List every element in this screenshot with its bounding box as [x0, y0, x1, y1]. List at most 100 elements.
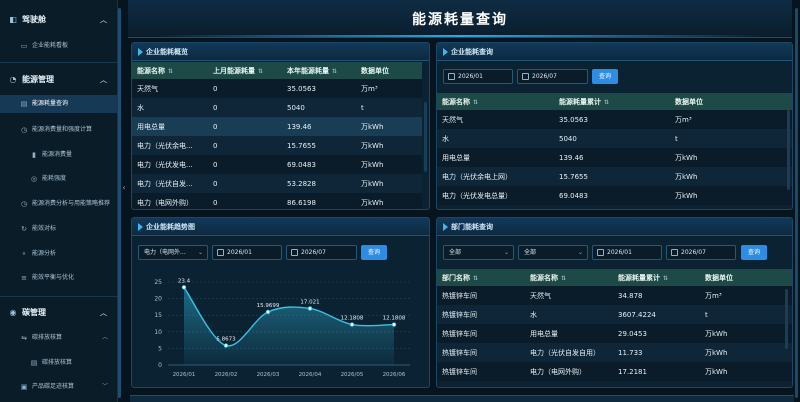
sidebar-section-cockpit[interactable]: ◧ 驾驶舱 ︿: [0, 10, 118, 30]
document-icon: ▤: [30, 359, 38, 367]
calendar-icon: [522, 73, 529, 80]
sidebar-item-balance[interactable]: ≡ 能效平衡与优化: [0, 269, 118, 287]
query-scrollbar[interactable]: [787, 110, 790, 190]
dept-col-energy[interactable]: 能源名称 ⇅: [525, 269, 613, 286]
trend-end-date-input[interactable]: 2026/07: [286, 245, 357, 260]
sort-icon: ⇅: [168, 67, 174, 75]
sidebar-divider: [0, 62, 118, 63]
sort-icon: ⇅: [561, 274, 567, 282]
dept-col-unit[interactable]: 数据单位: [700, 269, 792, 286]
overview-table-wrap: 能源名称 ⇅ 上月能源耗量 ⇅ 本年能源耗量 ⇅ 数据单位 天然气 0 35.0563 万m…: [132, 62, 429, 209]
sidebar: ◧ 驾驶舱 ︿ ▭ 企业能耗看板 ◔ 能源管理 ︿ ▤ 能源耗量查询 ◷ 能源消…: [0, 0, 118, 402]
dept-table: 部门名称 ⇅ 能源名称 ⇅ 能源耗量累计 ⇅ 数据单位 热镀锌车间 天然气 34.878 万…: [437, 269, 792, 381]
trend-energy-select[interactable]: 电力（电网外... ⌄: [138, 245, 208, 260]
sidebar-section-energy[interactable]: ◔ 能源管理 ︿: [0, 70, 118, 90]
dept-end-date-input[interactable]: 2026/07: [666, 245, 736, 260]
dept-col-dept[interactable]: 部门名称 ⇅: [437, 269, 525, 286]
trend-start-date-input[interactable]: 2026/01: [212, 245, 282, 260]
sidebar-resize-handle[interactable]: [118, 8, 121, 398]
dashboard-icon: ◧: [9, 15, 17, 24]
query-end-date-input[interactable]: 2026/07: [517, 69, 588, 84]
sliders-icon: ⇋: [21, 334, 27, 342]
table-row[interactable]: 电力（光伏余电上网） 15.7655 万kWh: [437, 167, 792, 186]
query-start-date-input[interactable]: 2026/01: [443, 69, 513, 84]
calendar-icon: [217, 249, 224, 256]
dept-start-date-input[interactable]: 2026/01: [592, 245, 662, 260]
dept-scrollbar[interactable]: [785, 289, 788, 349]
sidebar-item-benchmark[interactable]: ↻ 能效对标: [0, 220, 118, 238]
overview-col-this-year[interactable]: 本年能源耗量 ⇅: [282, 62, 356, 79]
x-tick-label: 2026/03: [257, 372, 280, 378]
sidebar-item-product-footprint[interactable]: ▣ 产品碳足迹核算 ﹀: [0, 378, 118, 396]
sidebar-item-energy-query[interactable]: ▤ 能源耗量查询: [0, 95, 118, 113]
table-row[interactable]: 水 0 5040 t: [132, 98, 422, 117]
dept-col-total[interactable]: 能源耗量累计 ⇅: [613, 269, 700, 286]
sidebar-item-energy-calc[interactable]: ◷ 能源消费量和强度计算: [0, 121, 118, 139]
sidebar-item-dashboard[interactable]: ▭ 企业能耗看板: [0, 37, 118, 55]
calendar-icon: [291, 249, 298, 256]
x-tick-label: 2026/05: [341, 372, 364, 378]
table-row[interactable]: 电力（光伏自发... 0 53.2828 万kWh: [132, 174, 422, 193]
dept-select[interactable]: 全部 ⌄: [443, 245, 514, 260]
chevron-down-icon: ⌄: [197, 249, 203, 256]
query-col-unit[interactable]: 数据单位: [670, 93, 792, 110]
sidebar-item-consumption[interactable]: ▮ 能源消费量: [0, 146, 118, 164]
query-button[interactable]: 查询: [592, 69, 618, 84]
overview-col-unit[interactable]: 数据单位: [356, 62, 422, 79]
table-row[interactable]: 电力（光伏余电... 0 15.7655 万kWh: [132, 136, 422, 155]
overview-col-name[interactable]: 能源名称 ⇅: [132, 62, 208, 79]
table-row[interactable]: 用电总量 0 139.46 万kWh: [132, 117, 422, 136]
chevron-up-icon: ︿: [100, 76, 107, 84]
table-row[interactable]: 用电总量 139.46 万kWh: [437, 148, 792, 167]
calendar-icon: [448, 73, 455, 80]
calendar-icon: [671, 249, 678, 256]
page-title: 能源耗量查询: [412, 12, 508, 28]
data-point: [265, 309, 271, 315]
sidebar-item-carbon-calc[interactable]: ⇋ 碳排放核算 ︿: [0, 329, 118, 347]
query-col-name[interactable]: 能源名称 ⇅: [437, 93, 554, 110]
trend-query-button[interactable]: 查询: [361, 245, 387, 260]
table-row[interactable]: 热镀锌车间 天然气 34.878 万m³: [437, 286, 792, 305]
data-label: 12.1808: [383, 316, 406, 322]
sidebar-section-carbon[interactable]: ◉ 碳管理 ︿: [0, 303, 118, 323]
table-row[interactable]: 电力（电网外购） 0 86.6198 万kWh: [132, 193, 422, 209]
sort-icon: ⇅: [604, 98, 610, 106]
sidebar-item-carbon-calc-sub[interactable]: ▤ 碳排放核算: [0, 354, 118, 372]
sidebar-item-energy-analysis[interactable]: ⚬ 能源分析: [0, 245, 118, 263]
table-row[interactable]: 热镀锌车间 电力（电网外购） 17.2181 万kWh: [437, 362, 792, 381]
target-icon: ◎: [30, 175, 38, 183]
dept-table-wrap: 部门名称 ⇅ 能源名称 ⇅ 能源耗量累计 ⇅ 数据单位 热镀锌车间 天然气 34.878 万…: [437, 269, 792, 387]
sort-icon: ⇅: [663, 274, 669, 282]
collapse-sidebar-icon[interactable]: ‹: [120, 180, 128, 196]
data-point: [223, 343, 229, 348]
chevron-up-icon: ︿: [100, 309, 107, 317]
dept-query-button[interactable]: 查询: [741, 245, 767, 260]
sidebar-item-intensity[interactable]: ◎ 能耗强度: [0, 170, 118, 188]
clock-icon: ◷: [20, 126, 28, 134]
carbon-icon: ◉: [9, 308, 17, 317]
table-row[interactable]: 热镀锌车间 用电总量 29.0453 万kWh: [437, 324, 792, 343]
sort-icon: ⇅: [473, 274, 479, 282]
table-row[interactable]: 热镀锌车间 电力（光伏自发自用） 11.733 万kWh: [437, 343, 792, 362]
query-table: 能源名称 ⇅ 能源耗量累计 ⇅ 数据单位 天然气 35.0563 万m³ 水 5040 t …: [437, 93, 792, 205]
clock-icon: ◷: [20, 200, 28, 208]
table-row[interactable]: 电力（光伏发电... 0 69.0483 万kWh: [132, 155, 422, 174]
trend-panel: 企业能耗趋势图 电力（电网外... ⌄ 2026/01 2026/07 查询 0 5…: [131, 217, 430, 388]
table-row[interactable]: 电力（光伏发电总量） 69.0483 万kWh: [437, 186, 792, 205]
table-row[interactable]: 天然气 35.0563 万m³: [437, 110, 792, 129]
overview-col-last-month[interactable]: 上月能源耗量 ⇅: [208, 62, 282, 79]
dept-panel: 部门能耗查询 全部 ⌄ 全部 ⌄ 2026/01 2026/07 查询 部门名称 ⇅ …: [436, 217, 793, 388]
list-icon: ≡: [21, 274, 27, 282]
x-tick-label: 2026/04: [299, 372, 322, 378]
query-col-total[interactable]: 能源耗量累计 ⇅: [554, 93, 670, 110]
refresh-icon: ↻: [21, 225, 27, 233]
overview-table: 能源名称 ⇅ 上月能源耗量 ⇅ 本年能源耗量 ⇅ 数据单位 天然气 0 35.0563 万m…: [132, 62, 422, 209]
table-row[interactable]: 天然气 0 35.0563 万m³: [132, 79, 422, 98]
sidebar-item-analysis[interactable]: ◷ 能源消费分析与用能策略推荐: [0, 195, 118, 213]
page-scrollbar[interactable]: [795, 8, 798, 398]
overview-scrollbar[interactable]: [424, 102, 427, 172]
table-row[interactable]: 水 5040 t: [437, 129, 792, 148]
dept-energy-select[interactable]: 全部 ⌄: [518, 245, 588, 260]
overview-header-row: 能源名称 ⇅ 上月能源耗量 ⇅ 本年能源耗量 ⇅ 数据单位: [132, 62, 422, 79]
table-row[interactable]: 热镀锌车间水 3607.4224 t: [437, 305, 792, 324]
